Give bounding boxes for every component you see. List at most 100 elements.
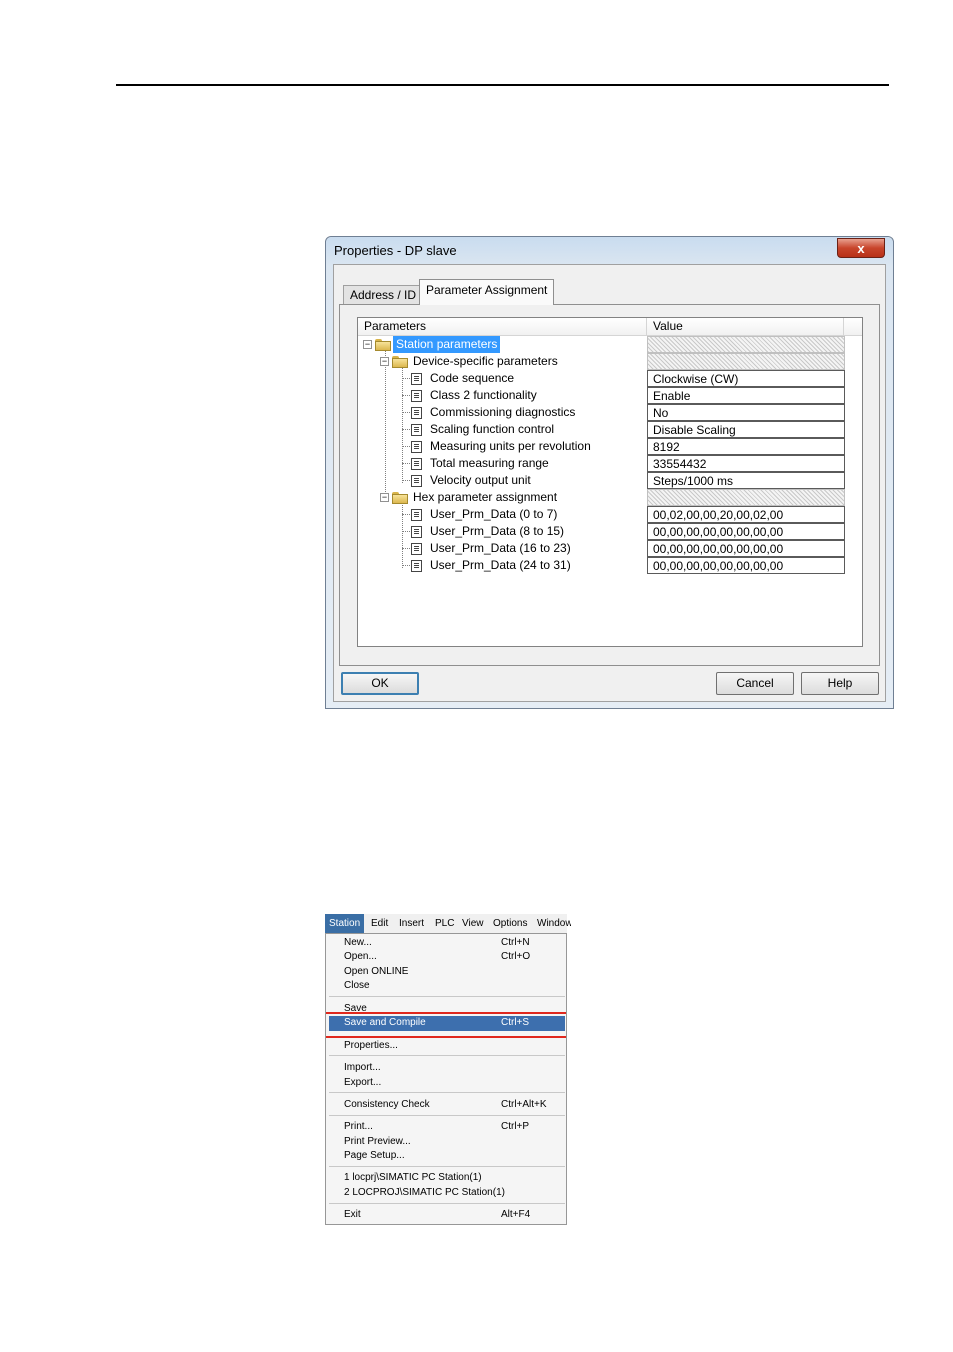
param-row[interactable]: User_Prm_Data (0 to 7) 00,02,00,00,20,00… — [358, 506, 845, 523]
param-value[interactable]: No — [647, 404, 845, 421]
param-row[interactable]: Measuring units per revolution 8192 — [358, 438, 845, 455]
param-row[interactable]: Scaling function control Disable Scaling — [358, 421, 845, 438]
column-header-value[interactable]: Value — [647, 318, 844, 335]
param-value[interactable]: 00,00,00,00,00,00,00,00 — [647, 557, 845, 574]
menu-item-label: 1 locprj\SIMATIC PC Station(1) — [344, 1172, 482, 1183]
collapse-icon[interactable]: − — [380, 357, 389, 366]
menu-window[interactable]: Window — [533, 914, 571, 933]
parameter-icon — [411, 424, 422, 436]
parameter-icon — [411, 509, 422, 521]
menu-item-shortcut: Ctrl+P — [501, 1121, 530, 1132]
menu-item-label: Print... — [344, 1121, 373, 1132]
menu-item-save[interactable]: Save — [329, 1002, 565, 1012]
menu-item-close[interactable]: Close — [329, 979, 565, 993]
menu-item-shortcut: Ctrl+Alt+K — [501, 1099, 547, 1110]
menu-station[interactable]: Station — [325, 914, 365, 933]
menu-item-label: Consistency Check — [344, 1099, 430, 1110]
highlight-annotation-top — [326, 1012, 566, 1014]
param-value[interactable]: 00,02,00,00,20,00,02,00 — [647, 506, 845, 523]
menu-bar: Station Edit Insert PLC View Options Win… — [325, 914, 571, 934]
menu-item-recent-2[interactable]: 2 LOCPROJ\SIMATIC PC Station(1) — [329, 1186, 565, 1200]
menu-item-shortcut: Ctrl+O — [501, 951, 531, 962]
param-value[interactable]: 8192 — [647, 438, 845, 455]
param-row[interactable]: User_Prm_Data (8 to 15) 00,00,00,00,00,0… — [358, 523, 845, 540]
menu-separator — [329, 1115, 565, 1116]
menu-separator — [329, 1055, 565, 1056]
menu-item-properties[interactable]: Properties... — [329, 1039, 565, 1053]
menu-plc[interactable]: PLC — [431, 914, 458, 933]
menu-item-export[interactable]: Export... — [329, 1076, 565, 1090]
cancel-button[interactable]: Cancel — [716, 672, 794, 695]
tree-row-hex-parameters[interactable]: − Hex parameter assignment — [358, 489, 845, 506]
menu-view[interactable]: View — [458, 914, 488, 933]
column-header-parameters[interactable]: Parameters — [358, 318, 647, 335]
ok-button[interactable]: OK — [341, 672, 419, 695]
param-row[interactable]: Commissioning diagnostics No — [358, 404, 845, 421]
menu-item-consistency-check[interactable]: Consistency Check Ctrl+Alt+K — [329, 1098, 565, 1112]
dialog-title: Properties - DP slave — [334, 243, 457, 258]
menu-item-new[interactable]: New... Ctrl+N — [329, 936, 565, 950]
menu-edit[interactable]: Edit — [367, 914, 392, 933]
param-row[interactable]: User_Prm_Data (16 to 23) 00,00,00,00,00,… — [358, 540, 845, 557]
param-value[interactable]: Steps/1000 ms — [647, 472, 845, 489]
menu-item-open[interactable]: Open... Ctrl+O — [329, 950, 565, 964]
menu-item-import[interactable]: Import... — [329, 1061, 565, 1075]
value-cell — [647, 353, 845, 370]
menu-item-label: Print Preview... — [344, 1136, 411, 1147]
parameter-icon — [411, 543, 422, 555]
param-row[interactable]: User_Prm_Data (24 to 31) 00,00,00,00,00,… — [358, 557, 845, 574]
parameter-icon — [411, 441, 422, 453]
menu-item-print-preview[interactable]: Print Preview... — [329, 1135, 565, 1149]
menu-item-recent-1[interactable]: 1 locprj\SIMATIC PC Station(1) — [329, 1171, 565, 1185]
menu-item-print[interactable]: Print... Ctrl+P — [329, 1120, 565, 1134]
menu-insert[interactable]: Insert — [395, 914, 428, 933]
dialog-client: Address / ID Parameter Assignment Parame… — [333, 264, 886, 702]
menu-separator — [329, 996, 565, 997]
param-name: User_Prm_Data (0 to 7) — [430, 507, 558, 521]
tab-address-id[interactable]: Address / ID — [343, 285, 424, 305]
menu-item-page-setup[interactable]: Page Setup... — [329, 1149, 565, 1163]
param-value[interactable]: Disable Scaling — [647, 421, 845, 438]
help-button[interactable]: Help — [801, 672, 879, 695]
menu-item-label: Page Setup... — [344, 1150, 405, 1161]
tree-label: Device-specific parameters — [413, 354, 558, 368]
param-name: Measuring units per revolution — [430, 439, 591, 453]
page-header-rule — [116, 84, 889, 86]
collapse-icon[interactable]: − — [363, 340, 372, 349]
param-name: Scaling function control — [430, 422, 555, 436]
close-button[interactable]: x — [837, 238, 885, 258]
param-name: User_Prm_Data (8 to 15) — [430, 524, 565, 538]
menu-item-shortcut: Ctrl+S — [501, 1017, 530, 1028]
menu-item-exit[interactable]: Exit Alt+F4 — [329, 1208, 565, 1222]
param-row[interactable]: Velocity output unit Steps/1000 ms — [358, 472, 845, 489]
param-row[interactable]: Total measuring range 33554432 — [358, 455, 845, 472]
menu-item-shortcut: Ctrl+N — [501, 937, 530, 948]
menu-options[interactable]: Options — [489, 914, 531, 933]
collapse-icon[interactable]: − — [380, 493, 389, 502]
param-value[interactable]: 00,00,00,00,00,00,00,00 — [647, 523, 845, 540]
menu-item-label: Save and Compile — [344, 1017, 426, 1028]
tree-row-device-specific[interactable]: − Device-specific parameters — [358, 353, 845, 370]
menu-item-save-and-compile[interactable]: Save and Compile Ctrl+S — [329, 1016, 565, 1031]
tree-connector — [402, 395, 410, 396]
param-name: Total measuring range — [430, 456, 549, 470]
param-name: Velocity output unit — [430, 473, 531, 487]
param-name: Code sequence — [430, 371, 515, 385]
menu-separator — [329, 1166, 565, 1167]
param-value[interactable]: 00,00,00,00,00,00,00,00 — [647, 540, 845, 557]
tree-row-station-parameters[interactable]: − Station parameters — [358, 336, 845, 353]
tree-connector — [402, 412, 410, 413]
tree-connector — [402, 531, 410, 532]
param-value[interactable]: Enable — [647, 387, 845, 404]
properties-dialog: Properties - DP slave x Address / ID Par… — [325, 236, 894, 709]
tree-connector — [402, 429, 410, 430]
param-row[interactable]: Class 2 functionality Enable — [358, 387, 845, 404]
menu-item-open-online[interactable]: Open ONLINE — [329, 965, 565, 979]
param-value[interactable]: Clockwise (CW) — [647, 370, 845, 387]
parameter-icon — [411, 390, 422, 402]
tab-parameter-assignment[interactable]: Parameter Assignment — [419, 279, 555, 305]
folder-icon — [392, 492, 408, 504]
param-row[interactable]: Code sequence Clockwise (CW) — [358, 370, 845, 387]
parameter-icon — [411, 526, 422, 538]
param-value[interactable]: 33554432 — [647, 455, 845, 472]
